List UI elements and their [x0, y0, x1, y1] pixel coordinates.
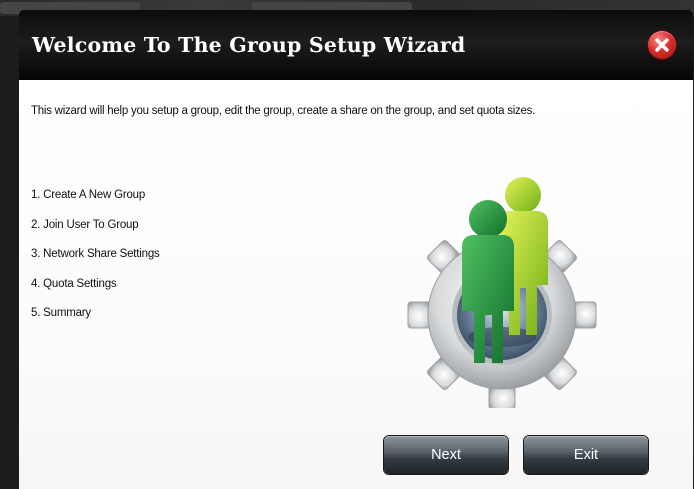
close-icon [655, 38, 669, 52]
group-setup-wizard-dialog: Welcome To The Group Setup Wizard This w… [19, 10, 693, 489]
group-users-gear-icon [402, 173, 602, 410]
wizard-step: 3. Network Share Settings [31, 248, 160, 260]
dialog-body: This wizard will help you setup a group,… [19, 80, 693, 489]
dialog-title: Welcome To The Group Setup Wizard [32, 33, 466, 57]
wizard-intro-text: This wizard will help you setup a group,… [31, 105, 536, 117]
wizard-steps-list: 1. Create A New Group 2. Join User To Gr… [31, 188, 160, 336]
wizard-step: 1. Create A New Group [31, 189, 146, 201]
dialog-titlebar: Welcome To The Group Setup Wizard [19, 10, 693, 80]
wizard-step: 4. Quota Settings [31, 277, 117, 290]
wizard-step: 5. Summary [31, 307, 91, 319]
next-button[interactable]: Next [384, 436, 508, 474]
close-button[interactable] [648, 31, 676, 59]
exit-button[interactable]: Exit [524, 436, 648, 474]
wizard-step: 2. Join User To Group [31, 218, 139, 231]
